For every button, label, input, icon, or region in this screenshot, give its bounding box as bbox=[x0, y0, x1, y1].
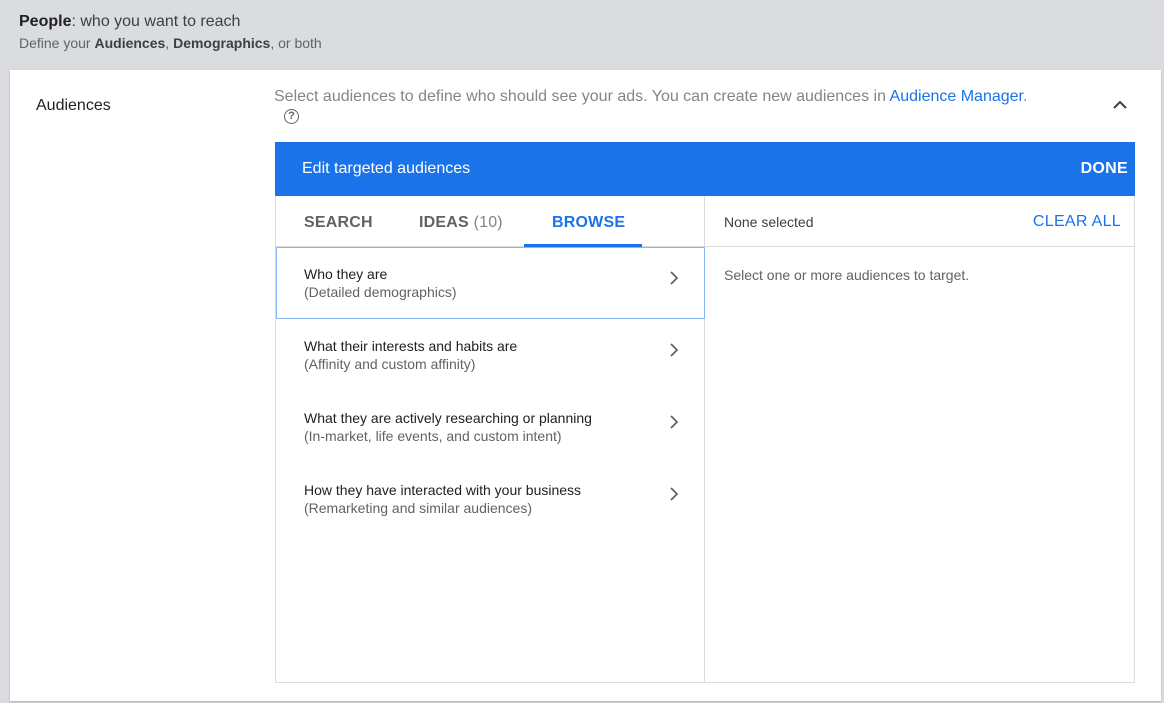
audiences-card: Audiences Select audiences to define who… bbox=[10, 70, 1161, 701]
chevron-right-icon bbox=[670, 343, 679, 357]
category-subtitle: (Detailed demographics) bbox=[304, 284, 457, 300]
audiences-label: Audiences bbox=[36, 97, 111, 114]
panel-header-bar: Edit targeted audiences DONE bbox=[275, 142, 1135, 196]
tab-browse[interactable]: BROWSE bbox=[552, 214, 625, 232]
selection-header: None selected CLEAR ALL bbox=[705, 196, 1135, 247]
clear-all-button[interactable]: CLEAR ALL bbox=[1033, 213, 1121, 231]
description-text: Select audiences to define who should se… bbox=[274, 88, 890, 105]
done-button[interactable]: DONE bbox=[1081, 160, 1128, 178]
tab-ideas-count: (10) bbox=[473, 214, 503, 231]
category-researching-planning[interactable]: What they are actively researching or pl… bbox=[276, 391, 705, 463]
subtitle-pre: Define your bbox=[19, 35, 95, 51]
category-subtitle: (In-market, life events, and custom inte… bbox=[304, 428, 562, 444]
tab-ideas-label: IDEAS bbox=[419, 214, 469, 231]
chevron-right-icon bbox=[670, 415, 679, 429]
description-period: . bbox=[1022, 88, 1028, 105]
category-who-they-are[interactable]: Who they are (Detailed demographics) bbox=[276, 247, 705, 319]
tab-ideas[interactable]: IDEAS (10) bbox=[419, 214, 503, 232]
subtitle-post: , or both bbox=[270, 35, 322, 51]
audiences-description: Select audiences to define who should se… bbox=[274, 87, 1074, 107]
section-title: People: who you want to reach bbox=[19, 12, 1164, 32]
category-subtitle: (Affinity and custom affinity) bbox=[304, 356, 476, 372]
help-icon[interactable]: ? bbox=[284, 109, 299, 124]
selection-column: None selected CLEAR ALL Select one or mo… bbox=[705, 196, 1135, 682]
category-interests-habits[interactable]: What their interests and habits are (Aff… bbox=[276, 319, 705, 391]
title-bold: People bbox=[19, 13, 72, 30]
subtitle-demographics: Demographics bbox=[173, 35, 271, 51]
tab-bar: SEARCH IDEAS (10) BROWSE bbox=[276, 196, 705, 247]
audience-manager-link[interactable]: Audience Manager bbox=[890, 88, 1023, 105]
subtitle-mid: , bbox=[165, 35, 174, 51]
section-header: People: who you want to reach Define you… bbox=[0, 0, 1164, 70]
category-title: Who they are bbox=[304, 266, 388, 282]
chevron-up-icon[interactable] bbox=[1110, 95, 1130, 115]
category-title: What their interests and habits are bbox=[304, 338, 518, 354]
tab-search[interactable]: SEARCH bbox=[304, 214, 373, 232]
chevron-right-icon bbox=[670, 271, 679, 285]
title-rest: : who you want to reach bbox=[71, 13, 241, 30]
selection-status: None selected bbox=[724, 214, 814, 230]
category-title: How they have interacted with your busin… bbox=[304, 482, 582, 498]
category-interacted-business[interactable]: How they have interacted with your busin… bbox=[276, 463, 705, 535]
browse-column: SEARCH IDEAS (10) BROWSE Who they are (D… bbox=[276, 196, 705, 682]
category-title: What they are actively researching or pl… bbox=[304, 410, 592, 426]
subtitle-audiences: Audiences bbox=[94, 35, 166, 51]
category-subtitle: (Remarketing and similar audiences) bbox=[304, 500, 532, 516]
chevron-right-icon bbox=[670, 487, 679, 501]
panel-title: Edit targeted audiences bbox=[302, 160, 471, 177]
section-subtitle: Define your Audiences, Demographics, or … bbox=[19, 34, 1164, 52]
empty-selection-message: Select one or more audiences to target. bbox=[724, 267, 970, 283]
edit-audiences-panel: Edit targeted audiences DONE SEARCH IDEA… bbox=[275, 142, 1135, 683]
